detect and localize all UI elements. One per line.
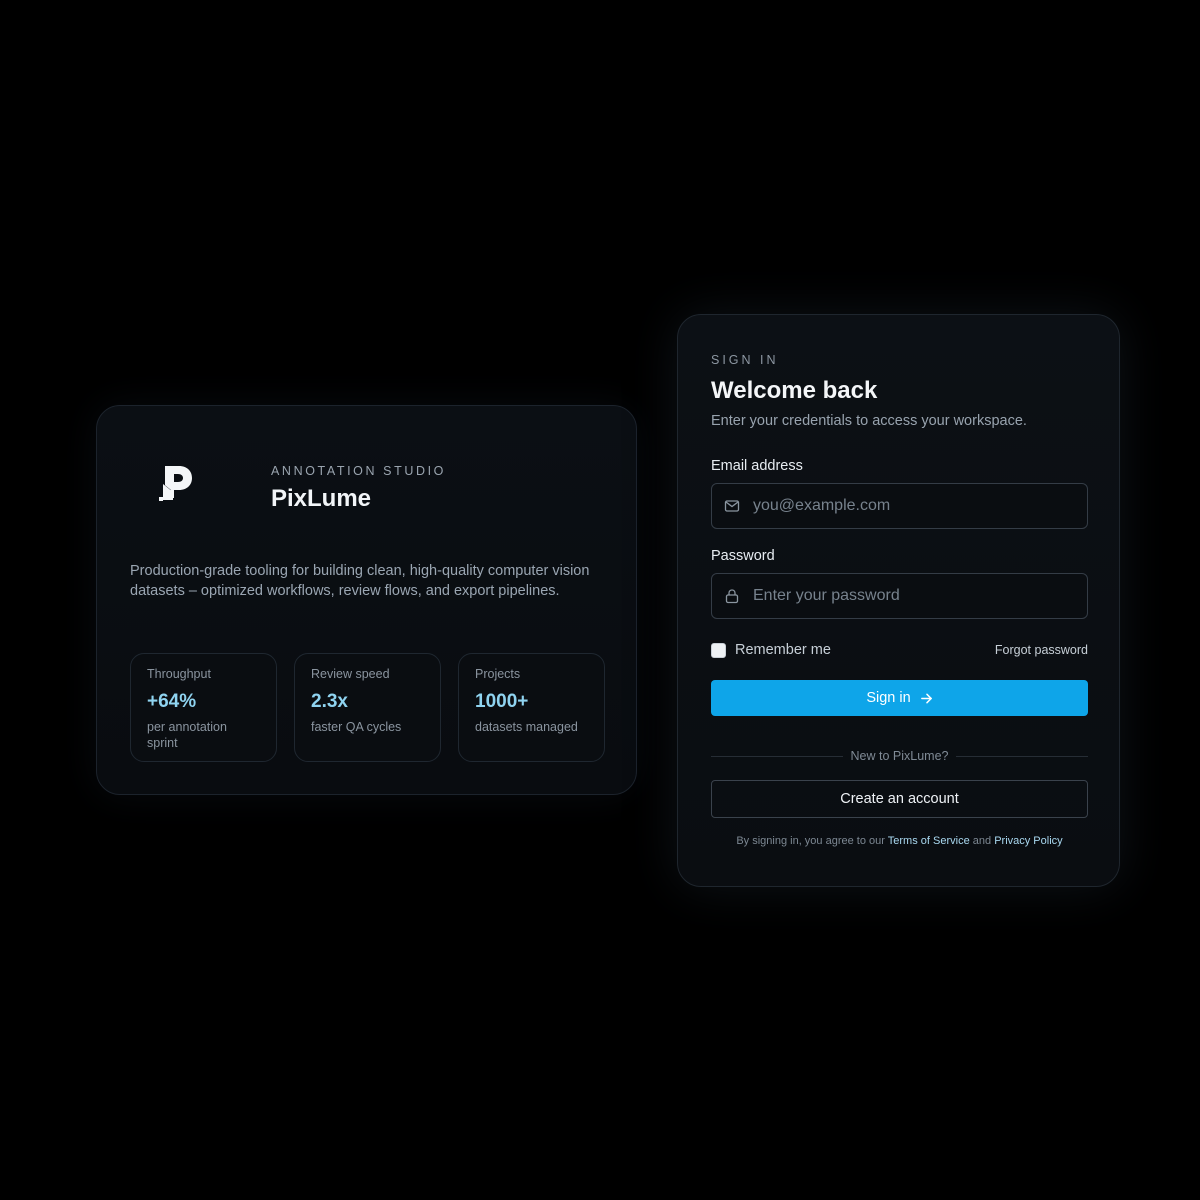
stat-sub: datasets managed (475, 720, 578, 734)
remember-checkbox[interactable] (711, 642, 726, 658)
divider-text: New to PixLume? (850, 749, 949, 763)
stat-value: +64% (147, 691, 197, 712)
terms-of-service-link[interactable]: Terms of Service (888, 835, 970, 847)
email-input[interactable] (740, 484, 1087, 528)
stat-card-projects: Projects 1000+ datasets managed (458, 653, 605, 762)
password-input[interactable] (740, 574, 1087, 618)
email-field-wrapper (711, 483, 1088, 529)
arrow-right-icon (920, 692, 933, 705)
stat-value: 2.3x (311, 691, 348, 712)
stat-card-throughput: Throughput +64% per annotation sprint (130, 653, 277, 762)
brand-header: ANNOTATION STUDIO PixLume (157, 462, 446, 514)
brand-name: PixLume (271, 485, 372, 512)
email-label: Email address (711, 458, 803, 474)
signin-card: SIGN IN Welcome back Enter your credenti… (677, 314, 1120, 887)
divider-line (711, 755, 843, 757)
signin-title: Welcome back (711, 377, 878, 404)
stat-sub: faster QA cycles (311, 720, 402, 734)
stat-value: 1000+ (475, 691, 529, 712)
forgot-password-link[interactable]: Forgot password (995, 643, 1088, 657)
remember-row: Remember me Forgot password (711, 640, 1088, 660)
stat-sub: per annotation sprint (147, 720, 227, 750)
terms-and: and (972, 835, 992, 847)
stats-row: Throughput +64% per annotation sprint Re… (130, 653, 605, 762)
mail-icon (724, 498, 740, 514)
stat-label: Throughput (147, 667, 211, 681)
sign-in-label: Sign in (866, 690, 911, 706)
terms-prefix: By signing in, you agree to our (736, 835, 885, 847)
password-field-wrapper (711, 573, 1088, 619)
remember-me: Remember me (711, 642, 831, 658)
brand-titles: ANNOTATION STUDIO PixLume (271, 463, 446, 514)
brand-card: ANNOTATION STUDIO PixLume Production-gra… (96, 405, 637, 795)
brand-eyebrow: ANNOTATION STUDIO (271, 464, 446, 478)
stat-label: Review speed (311, 667, 390, 681)
stat-card-review-speed: Review speed 2.3x faster QA cycles (294, 653, 441, 762)
remember-label[interactable]: Remember me (735, 642, 831, 658)
terms-text: By signing in, you agree to our Terms of… (711, 834, 1088, 848)
signin-subtitle: Enter your credentials to access your wo… (711, 413, 1027, 429)
brand-description: Production-grade tooling for building cl… (130, 563, 590, 599)
password-label: Password (711, 548, 775, 564)
create-account-button[interactable]: Create an account (711, 780, 1088, 818)
lock-icon (724, 588, 740, 604)
pixlume-logo-icon (159, 466, 192, 501)
page: ANNOTATION STUDIO PixLume Production-gra… (0, 0, 1200, 1200)
signin-eyebrow: SIGN IN (711, 353, 779, 367)
sign-in-button[interactable]: Sign in (711, 680, 1088, 716)
privacy-policy-link[interactable]: Privacy Policy (994, 835, 1062, 847)
divider: New to PixLume? (711, 747, 1088, 765)
divider-line (956, 755, 1088, 757)
stat-label: Projects (475, 667, 521, 681)
